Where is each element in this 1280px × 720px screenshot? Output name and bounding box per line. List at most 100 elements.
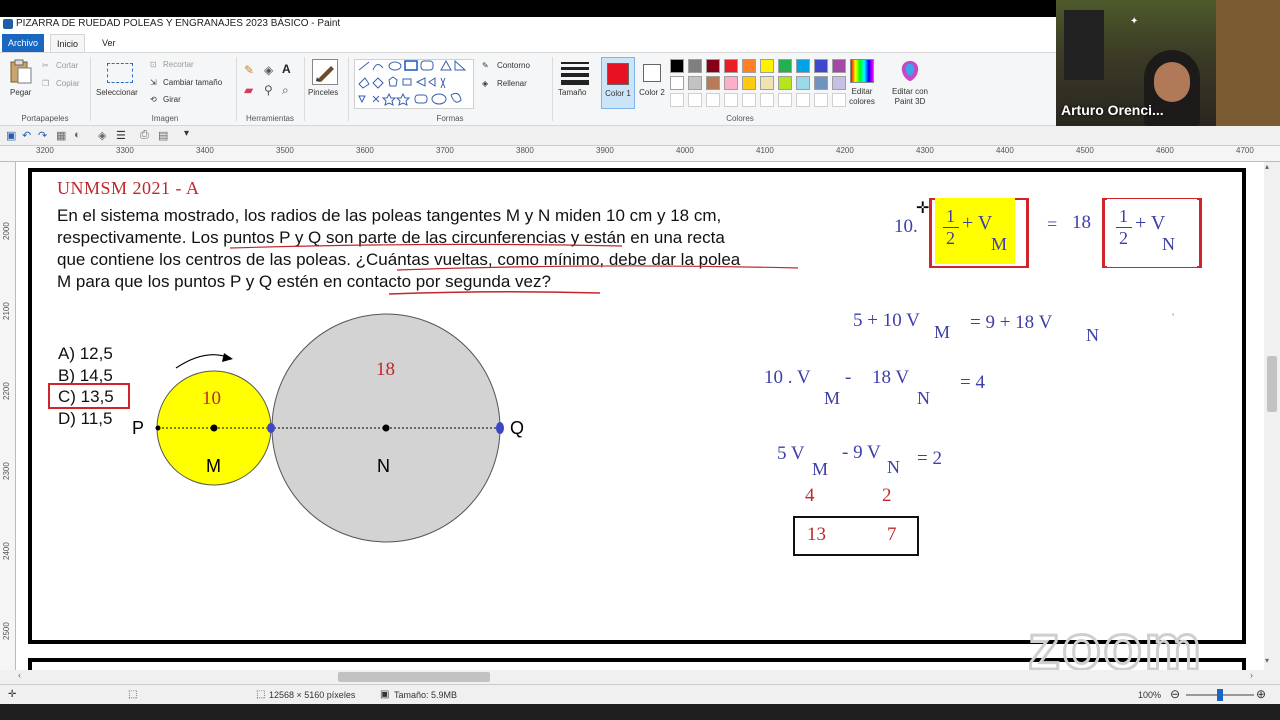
- cut-button[interactable]: Cortar: [56, 61, 78, 70]
- vertical-scroll-thumb[interactable]: [1267, 356, 1277, 412]
- edit-colors-button[interactable]: Editar colores: [846, 87, 878, 107]
- size-icon[interactable]: [561, 60, 589, 85]
- resize-button[interactable]: Cambiar tamaño: [163, 78, 222, 87]
- palette-swatch[interactable]: [670, 59, 684, 73]
- color-palette: [670, 59, 850, 111]
- paint-canvas[interactable]: UNMSM 2021 - A En el sistema mostrado, l…: [16, 162, 1264, 670]
- color2-selector[interactable]: Color 2: [638, 57, 668, 109]
- undo-icon[interactable]: ↶: [22, 129, 31, 142]
- tab-ver[interactable]: Ver: [96, 34, 122, 52]
- redo-icon[interactable]: ↷: [38, 129, 47, 142]
- palette-empty-swatch[interactable]: [742, 93, 756, 107]
- fill-icon[interactable]: ◈: [98, 129, 106, 142]
- shapes-gallery[interactable]: [354, 59, 474, 109]
- scroll-left-icon[interactable]: ‹: [18, 670, 21, 680]
- ribbon-separator: [552, 57, 553, 121]
- palette-empty-swatch[interactable]: [814, 93, 828, 107]
- eq1-frac-num-right: 1: [1119, 206, 1128, 226]
- vertical-scrollbar[interactable]: ▴ ▾: [1264, 162, 1280, 670]
- ruler-tick: 3700: [436, 146, 454, 155]
- select-button[interactable]: Seleccionar: [96, 88, 138, 97]
- solution-vn: 2: [882, 485, 892, 506]
- palette-empty-swatch[interactable]: [760, 93, 774, 107]
- magnifier-icon[interactable]: ⌕: [282, 83, 289, 98]
- palette-swatch[interactable]: [778, 76, 792, 90]
- scroll-up-icon[interactable]: ▴: [1265, 162, 1269, 171]
- image-size-icon: ⬚: [256, 689, 266, 700]
- stray-mark: ‘: [1172, 312, 1175, 323]
- eraser-icon[interactable]: ▰: [244, 83, 253, 97]
- text-tool-icon[interactable]: A: [282, 62, 291, 76]
- zoom-slider-thumb[interactable]: [1217, 689, 1223, 701]
- radius-n-label: 18: [376, 359, 395, 380]
- palette-swatch[interactable]: [688, 59, 702, 73]
- palette-swatch[interactable]: [742, 76, 756, 90]
- page-icon[interactable]: ⎙: [140, 129, 149, 142]
- palette-swatch[interactable]: [778, 59, 792, 73]
- size-button[interactable]: Tamaño: [558, 88, 586, 97]
- palette-empty-swatch[interactable]: [724, 93, 738, 107]
- palette-empty-swatch[interactable]: [688, 93, 702, 107]
- palette-empty-swatch[interactable]: [706, 93, 720, 107]
- palette-icon[interactable]: ◐: [74, 129, 81, 141]
- ruler-tick: 3600: [356, 146, 374, 155]
- palette-empty-swatch[interactable]: [832, 93, 846, 107]
- tab-archivo[interactable]: Archivo: [2, 34, 45, 52]
- rotate-button[interactable]: Girar: [163, 95, 181, 104]
- eq4-b: - 9 V: [842, 442, 881, 463]
- image-icon[interactable]: ▦: [56, 129, 66, 142]
- eq1-sub-n: N: [1162, 234, 1175, 254]
- brush-icon[interactable]: [312, 59, 338, 85]
- palette-empty-swatch[interactable]: [778, 93, 792, 107]
- palette-empty-swatch[interactable]: [796, 93, 810, 107]
- palette-swatch[interactable]: [724, 59, 738, 73]
- customize-qat-icon[interactable]: ▾: [184, 128, 189, 139]
- palette-swatch[interactable]: [724, 76, 738, 90]
- color1-selector[interactable]: Color 1: [601, 57, 635, 109]
- palette-swatch[interactable]: [706, 59, 720, 73]
- center-n-dot: [382, 424, 390, 432]
- pencil-icon[interactable]: ✎: [244, 63, 254, 77]
- palette-swatch[interactable]: [688, 76, 702, 90]
- palette-swatch[interactable]: [760, 59, 774, 73]
- palette-swatch[interactable]: [832, 76, 846, 90]
- palette-swatch[interactable]: [832, 59, 846, 73]
- paint-app-icon: [3, 19, 13, 29]
- palette-swatch[interactable]: [742, 59, 756, 73]
- crop-button[interactable]: Recortar: [163, 60, 194, 69]
- palette-swatch[interactable]: [796, 76, 810, 90]
- save-icon[interactable]: ▣: [6, 129, 16, 142]
- horizontal-scroll-thumb[interactable]: [338, 672, 490, 682]
- palette-swatch[interactable]: [814, 59, 828, 73]
- fill-bucket-icon[interactable]: ◈: [264, 63, 273, 77]
- outline-dropdown[interactable]: Contorno: [497, 61, 530, 70]
- horizontal-scrollbar[interactable]: ‹ ›: [0, 670, 1280, 684]
- edit-paint3d-button[interactable]: Editar con Paint 3D: [886, 87, 934, 107]
- palette-empty-swatch[interactable]: [670, 93, 684, 107]
- paste-icon[interactable]: [8, 59, 34, 85]
- edit-colors-icon[interactable]: [850, 59, 874, 83]
- preview-icon[interactable]: ▤: [158, 129, 168, 142]
- pulley-n-label: N: [377, 456, 390, 476]
- palette-swatch[interactable]: [796, 59, 810, 73]
- palette-swatch[interactable]: [670, 76, 684, 90]
- brushes-button[interactable]: Pinceles: [308, 88, 338, 97]
- zoom-in-icon[interactable]: ⊕: [1256, 687, 1266, 701]
- scroll-right-icon[interactable]: ›: [1250, 670, 1253, 680]
- line-weight-icon[interactable]: ☰: [116, 129, 126, 142]
- cursor-position-icon: ✛: [8, 689, 17, 700]
- paint3d-icon[interactable]: [898, 59, 922, 83]
- color-picker-icon[interactable]: ⚲: [264, 83, 273, 97]
- palette-swatch[interactable]: [814, 76, 828, 90]
- palette-swatch[interactable]: [706, 76, 720, 90]
- tab-inicio[interactable]: Inicio: [50, 34, 86, 52]
- scroll-down-icon[interactable]: ▾: [1265, 656, 1269, 665]
- group-label-portapapeles: Portapapeles: [21, 114, 69, 123]
- copy-button[interactable]: Copiar: [56, 79, 80, 88]
- eq4-a: 5 V: [777, 443, 805, 464]
- palette-swatch[interactable]: [760, 76, 774, 90]
- fill-dropdown[interactable]: Rellenar: [497, 79, 527, 88]
- zoom-out-icon[interactable]: ⊖: [1170, 687, 1180, 701]
- paste-button[interactable]: Pegar: [10, 88, 31, 97]
- select-icon[interactable]: [107, 63, 133, 83]
